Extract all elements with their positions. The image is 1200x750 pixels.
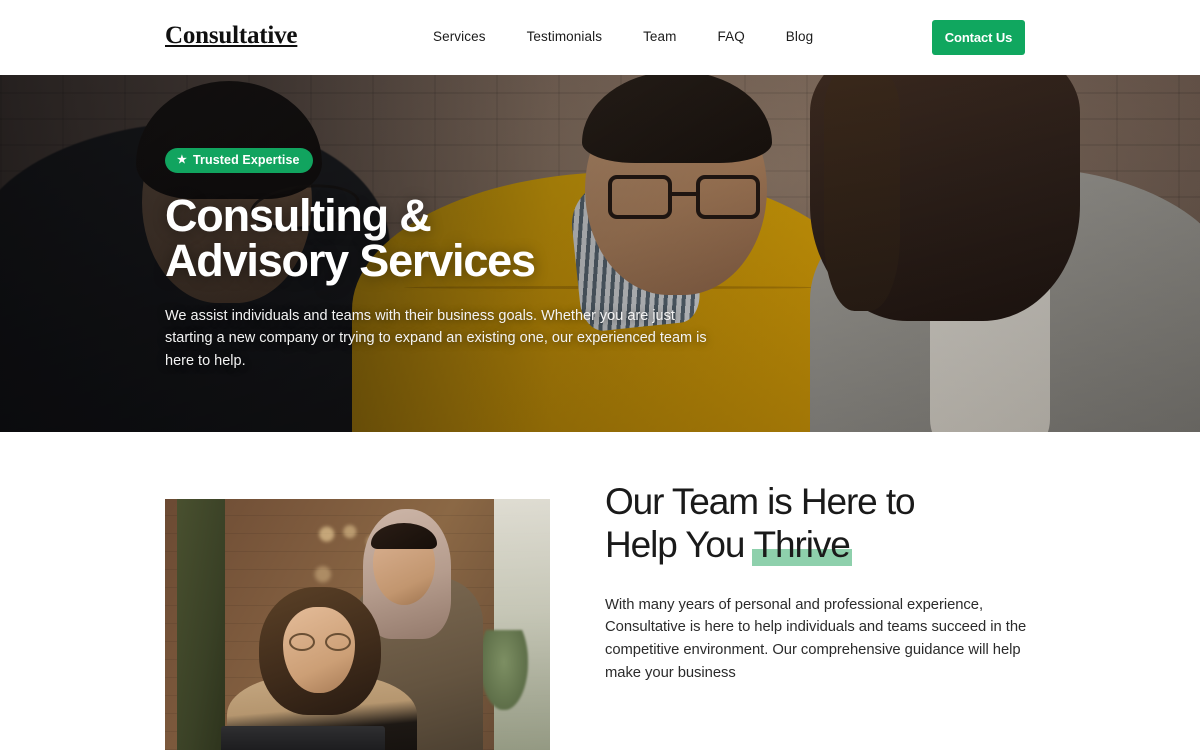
badge-label: Trusted Expertise [192, 153, 300, 167]
team-copy: Our Team is Here to Help You Thrive With… [605, 480, 1045, 685]
main-navigation: Services Testimonials Team FAQ Blog [433, 29, 813, 44]
hero-content: ★ Trusted Expertise Consulting & Advisor… [165, 148, 785, 372]
hero-title: Consulting & Advisory Services [165, 190, 536, 286]
nav-item-services[interactable]: Services [433, 29, 486, 44]
team-photo-laptop [221, 726, 385, 750]
trusted-expertise-badge: ★ Trusted Expertise [165, 148, 313, 173]
team-body-text: With many years of personal and professi… [605, 596, 1027, 682]
team-section: Our Team is Here to Help You Thrive With… [0, 432, 1200, 750]
star-icon: ★ [177, 153, 187, 166]
hero-section: ★ Trusted Expertise Consulting & Advisor… [0, 75, 1200, 432]
site-header: Consultative Services Testimonials Team … [0, 0, 1200, 75]
team-photo-plant [480, 629, 528, 710]
team-photo [165, 499, 550, 750]
team-photo-pillar [177, 499, 225, 750]
page-root: Consultative Services Testimonials Team … [0, 0, 1200, 750]
hero-subtitle: We assist individuals and teams with the… [165, 308, 707, 369]
nav-item-blog[interactable]: Blog [786, 29, 813, 44]
nav-item-testimonials[interactable]: Testimonials [527, 29, 602, 44]
nav-item-team[interactable]: Team [643, 29, 676, 44]
team-heading-line-1: Our Team is Here to [605, 481, 916, 522]
brand-logo[interactable]: Consultative [165, 22, 298, 50]
nav-item-faq[interactable]: FAQ [717, 29, 744, 44]
contact-us-button[interactable]: Contact Us [932, 20, 1025, 55]
team-heading-highlight: Thrive [751, 524, 852, 566]
team-person-seated-glasses-icon [289, 633, 351, 652]
team-heading: Our Team is Here to Help You Thrive [605, 480, 1045, 567]
team-photo-window [494, 499, 550, 750]
team-heading-line-2-prefix: Help You [605, 524, 754, 566]
